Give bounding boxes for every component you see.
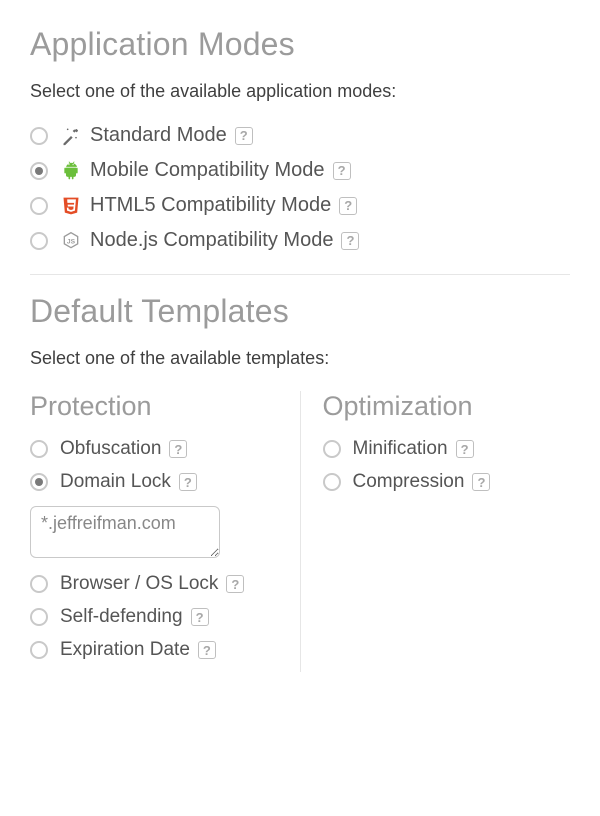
mode-label: Mobile Compatibility Mode <box>90 159 325 182</box>
protection-heading: Protection <box>30 391 278 422</box>
help-icon[interactable]: ? <box>339 197 357 215</box>
radio-self-defending[interactable] <box>30 608 48 626</box>
protection-option-domain-lock[interactable]: Domain Lock ? <box>30 471 278 493</box>
option-label: Minification <box>353 438 448 460</box>
radio-browser-lock[interactable] <box>30 575 48 593</box>
wand-icon <box>60 125 82 147</box>
option-label: Domain Lock <box>60 471 171 493</box>
help-icon[interactable]: ? <box>198 641 216 659</box>
radio-expiration[interactable] <box>30 641 48 659</box>
mode-label: HTML5 Compatibility Mode <box>90 194 331 217</box>
protection-option-expiration[interactable]: Expiration Date ? <box>30 639 278 661</box>
svg-text:JS: JS <box>67 238 76 245</box>
app-modes-heading: Application Modes <box>30 26 570 63</box>
mode-label: Node.js Compatibility Mode <box>90 229 333 252</box>
radio-standard[interactable] <box>30 127 48 145</box>
domain-lock-input[interactable] <box>30 506 220 558</box>
option-label: Compression <box>353 471 465 493</box>
optimization-option-minification[interactable]: Minification ? <box>323 438 571 460</box>
help-icon[interactable]: ? <box>341 232 359 250</box>
help-icon[interactable]: ? <box>169 440 187 458</box>
optimization-column: Optimization Minification ? Compression … <box>301 391 571 672</box>
option-label: Obfuscation <box>60 438 161 460</box>
mode-option-nodejs[interactable]: JS Node.js Compatibility Mode ? <box>30 229 570 252</box>
mode-option-mobile[interactable]: Mobile Compatibility Mode ? <box>30 159 570 182</box>
mode-label: Standard Mode <box>90 124 227 147</box>
option-label: Browser / OS Lock <box>60 573 218 595</box>
protection-option-self-defending[interactable]: Self-defending ? <box>30 606 278 628</box>
android-icon <box>60 160 82 182</box>
radio-mobile[interactable] <box>30 162 48 180</box>
templates-instruction: Select one of the available templates: <box>30 348 570 369</box>
protection-column: Protection Obfuscation ? Domain Lock ? B… <box>30 391 301 672</box>
optimization-option-compression[interactable]: Compression ? <box>323 471 571 493</box>
protection-option-browser-lock[interactable]: Browser / OS Lock ? <box>30 573 278 595</box>
mode-option-standard[interactable]: Standard Mode ? <box>30 124 570 147</box>
radio-domain-lock[interactable] <box>30 473 48 491</box>
help-icon[interactable]: ? <box>456 440 474 458</box>
option-label: Self-defending <box>60 606 183 628</box>
radio-minification[interactable] <box>323 440 341 458</box>
help-icon[interactable]: ? <box>226 575 244 593</box>
app-modes-instruction: Select one of the available application … <box>30 81 570 102</box>
section-divider <box>30 274 570 275</box>
radio-nodejs[interactable] <box>30 232 48 250</box>
protection-option-obfuscation[interactable]: Obfuscation ? <box>30 438 278 460</box>
html5-icon <box>60 195 82 217</box>
help-icon[interactable]: ? <box>472 473 490 491</box>
mode-option-html5[interactable]: HTML5 Compatibility Mode ? <box>30 194 570 217</box>
optimization-heading: Optimization <box>323 391 571 422</box>
option-label: Expiration Date <box>60 639 190 661</box>
help-icon[interactable]: ? <box>191 608 209 626</box>
radio-html5[interactable] <box>30 197 48 215</box>
help-icon[interactable]: ? <box>235 127 253 145</box>
help-icon[interactable]: ? <box>333 162 351 180</box>
help-icon[interactable]: ? <box>179 473 197 491</box>
nodejs-icon: JS <box>60 230 82 252</box>
templates-heading: Default Templates <box>30 293 570 330</box>
radio-obfuscation[interactable] <box>30 440 48 458</box>
radio-compression[interactable] <box>323 473 341 491</box>
